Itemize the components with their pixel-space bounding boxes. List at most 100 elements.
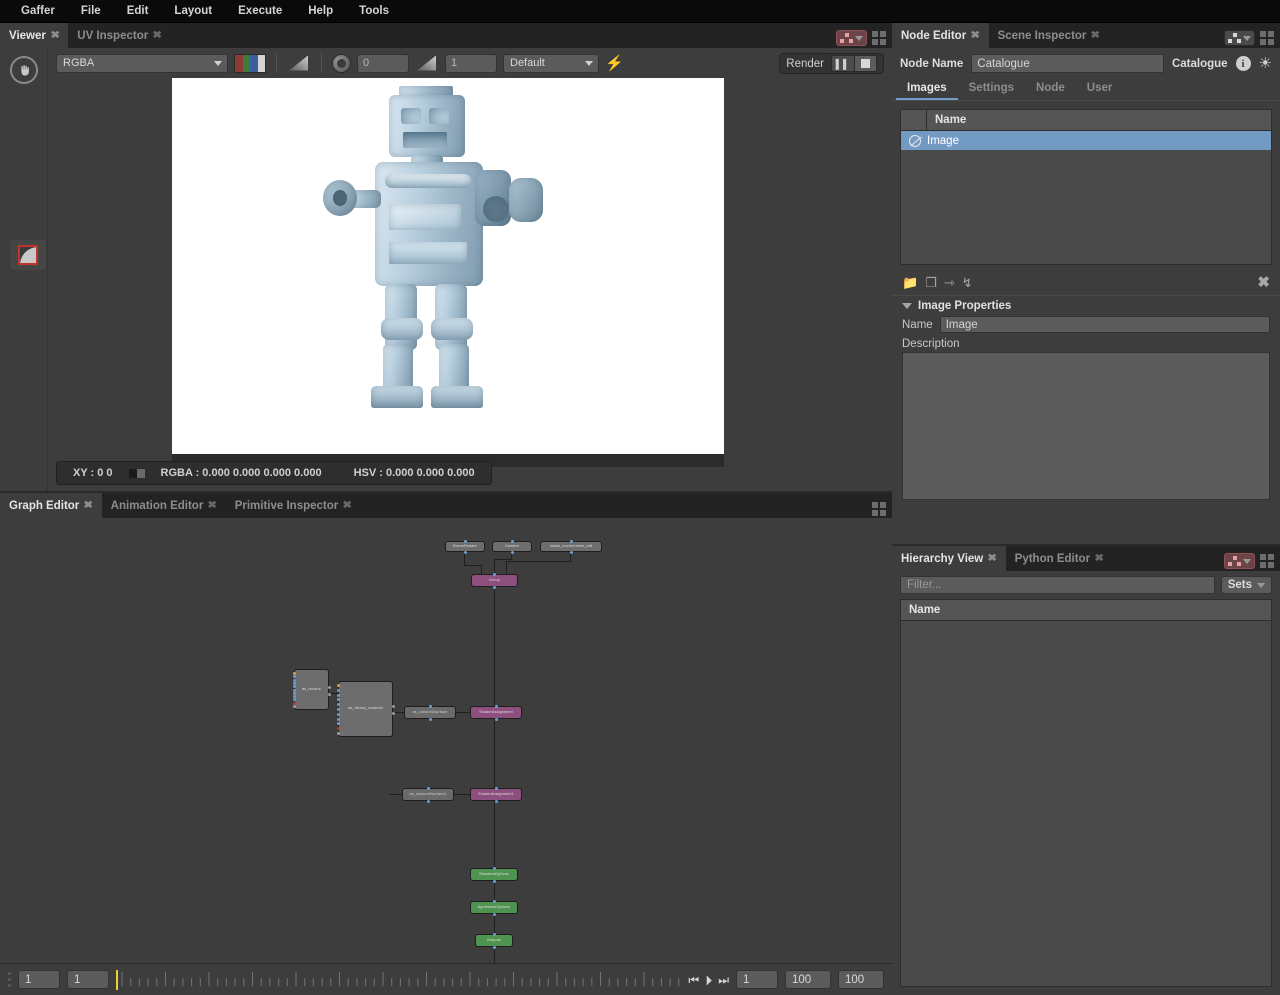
node-connection-dot[interactable]	[336, 732, 340, 735]
tab-scene-inspector[interactable]: Scene Inspector ✖	[989, 23, 1109, 48]
close-icon[interactable]: ✖	[988, 553, 998, 564]
playhead[interactable]	[116, 969, 118, 990]
duplicate-icon[interactable]: ❐	[925, 276, 937, 289]
channel-swatch-icon[interactable]	[234, 53, 266, 73]
render-state-toggle[interactable]: ▌▌	[831, 55, 877, 72]
close-icon[interactable]: ✖	[84, 500, 94, 511]
node-connection-dot[interactable]	[336, 717, 340, 721]
node-output-dot[interactable]	[426, 799, 430, 803]
node-connection-dot[interactable]	[292, 675, 296, 679]
tab-hierarchy-view[interactable]: Hierarchy View ✖	[892, 546, 1006, 571]
tab-viewer[interactable]: Viewer ✖	[0, 23, 69, 48]
tab-graph-editor[interactable]: Graph Editor ✖	[0, 493, 102, 518]
hierarchy-table[interactable]: Name	[900, 599, 1272, 987]
node-connection-dot[interactable]	[327, 686, 331, 690]
node-output-dot[interactable]	[494, 717, 498, 721]
close-icon[interactable]: ✖	[1091, 30, 1101, 41]
drag-handle-icon[interactable]	[8, 972, 11, 987]
menu-item-execute[interactable]: Execute	[225, 2, 295, 20]
menu-item-layout[interactable]: Layout	[161, 2, 225, 20]
menu-item-tools[interactable]: Tools	[346, 2, 402, 20]
info-icon[interactable]: i	[1235, 56, 1251, 71]
exposure-icon[interactable]	[332, 53, 351, 73]
node-input-dot[interactable]	[494, 704, 498, 708]
close-icon[interactable]: ✖	[343, 500, 353, 511]
pan-tool-button[interactable]	[10, 56, 38, 84]
node-input-dot[interactable]	[463, 539, 467, 543]
filter-input[interactable]	[900, 576, 1215, 594]
node-input-dot[interactable]	[492, 866, 496, 870]
node-input-dot[interactable]	[428, 704, 432, 708]
render-stop-button[interactable]	[854, 56, 876, 71]
node-output-dot[interactable]	[569, 550, 573, 554]
node-input-dot[interactable]	[493, 572, 496, 576]
node-connection-dot[interactable]	[336, 708, 340, 711]
graph-node[interactable]: as_disney_material	[338, 681, 393, 737]
image-description-textarea[interactable]	[902, 352, 1270, 500]
node-graph-canvas[interactable]: SceneReader Camera hosek_environment_edf Gr…	[0, 518, 892, 963]
node-input-dot[interactable]	[492, 932, 496, 936]
hierarchy-pin-menu-button[interactable]	[1224, 553, 1255, 569]
node-connection-dot[interactable]	[327, 693, 331, 697]
node-pin-menu-button[interactable]	[1224, 30, 1255, 46]
panel-split-icon[interactable]	[872, 31, 886, 45]
tab-primitive-inspector[interactable]: Primitive Inspector ✖	[226, 493, 361, 518]
panel-split-icon[interactable]	[872, 502, 886, 516]
end-frame-field[interactable]: 100	[785, 970, 831, 989]
close-icon[interactable]: ✖	[1094, 553, 1104, 564]
subtab-settings[interactable]: Settings	[958, 78, 1025, 100]
image-properties-header[interactable]: Image Properties	[892, 295, 1280, 314]
go-to-end-icon[interactable]: ⏭	[718, 974, 729, 986]
sets-button[interactable]: Sets	[1220, 576, 1272, 594]
node-input-dot[interactable]	[492, 899, 496, 903]
node-connection-dot[interactable]	[391, 704, 395, 708]
node-connection-dot[interactable]	[336, 688, 340, 692]
clipping-warning-icon[interactable]	[287, 54, 311, 73]
tab-uv-inspector[interactable]: UV Inspector ✖	[68, 23, 170, 48]
current-frame-field[interactable]: 1	[18, 970, 60, 989]
live-update-icon[interactable]: ⚡	[605, 56, 624, 71]
tab-animation-editor[interactable]: Animation Editor ✖	[102, 493, 226, 518]
panel-split-icon[interactable]	[1260, 31, 1274, 45]
node-connection-dot[interactable]	[336, 712, 340, 716]
node-output-dot[interactable]	[492, 879, 496, 883]
go-to-start-icon[interactable]: ⏮	[688, 974, 699, 986]
menu-item-edit[interactable]: Edit	[114, 2, 162, 20]
folder-icon[interactable]: 📁	[902, 276, 918, 289]
node-output-dot[interactable]	[492, 945, 496, 949]
subtab-node[interactable]: Node	[1025, 78, 1076, 100]
gamma-field[interactable]: 1	[445, 53, 497, 73]
extract-icon[interactable]: ↯	[962, 276, 973, 289]
image-canvas[interactable]	[172, 78, 724, 467]
node-output-dot[interactable]	[463, 550, 467, 554]
node-input-dot[interactable]	[510, 539, 514, 543]
remove-image-icon[interactable]: ✖	[1257, 273, 1270, 291]
node-connection-dot[interactable]	[292, 685, 296, 689]
node-output-dot[interactable]	[492, 912, 496, 916]
node-output-dot[interactable]	[494, 799, 498, 803]
panel-split-icon[interactable]	[1260, 554, 1274, 568]
image-name-input[interactable]	[939, 316, 1270, 333]
tab-python-editor[interactable]: Python Editor ✖	[1006, 546, 1113, 571]
subtab-images[interactable]: Images	[896, 78, 958, 100]
table-row[interactable]: Image	[901, 131, 1271, 150]
channel-select[interactable]: RGBA	[56, 53, 228, 73]
menu-item-help[interactable]: Help	[295, 2, 346, 20]
range-end-field[interactable]: 100	[838, 970, 884, 989]
node-connection-dot[interactable]	[391, 711, 395, 715]
close-icon[interactable]: ✖	[153, 30, 163, 41]
menu-item-file[interactable]: File	[68, 2, 114, 20]
gamma-icon[interactable]	[415, 54, 439, 73]
gear-icon[interactable]: ☀	[1259, 56, 1272, 71]
export-icon[interactable]: ⇾	[944, 276, 955, 289]
node-connection-dot[interactable]	[336, 684, 340, 687]
subtab-user[interactable]: User	[1076, 78, 1124, 100]
exposure-field[interactable]: 0	[357, 53, 409, 73]
frame-field[interactable]: 1	[67, 970, 109, 989]
node-input-dot[interactable]	[494, 786, 498, 790]
node-connection-dot[interactable]	[336, 703, 340, 707]
graph-node[interactable]: as_texture	[294, 669, 329, 710]
node-name-input[interactable]	[971, 54, 1164, 73]
layout-menu-button[interactable]	[836, 30, 867, 46]
close-icon[interactable]: ✖	[208, 500, 218, 511]
